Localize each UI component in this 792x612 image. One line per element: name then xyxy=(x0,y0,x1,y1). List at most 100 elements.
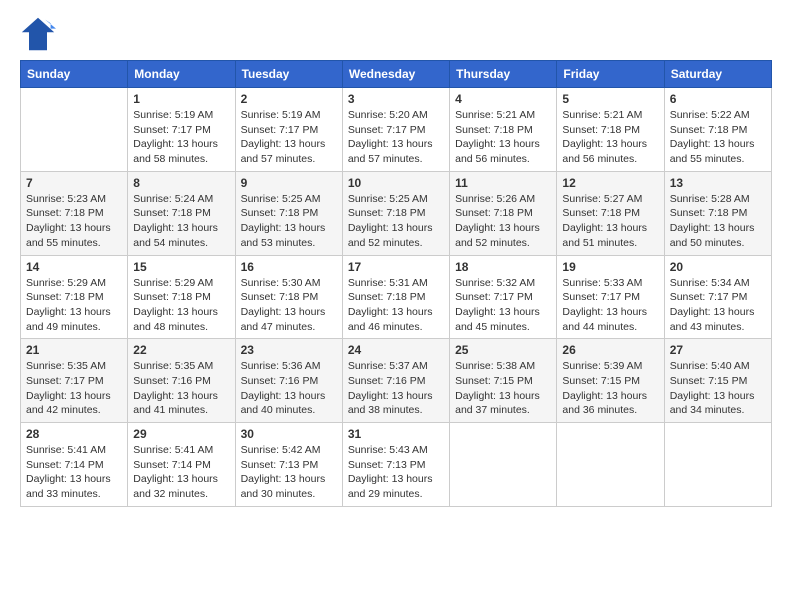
day-number: 20 xyxy=(670,260,766,274)
day-number: 22 xyxy=(133,343,229,357)
day-number: 1 xyxy=(133,92,229,106)
calendar-cell: 19Sunrise: 5:33 AM Sunset: 7:17 PM Dayli… xyxy=(557,255,664,339)
day-number: 31 xyxy=(348,427,444,441)
day-info: Sunrise: 5:25 AM Sunset: 7:18 PM Dayligh… xyxy=(241,192,337,251)
calendar-cell: 4Sunrise: 5:21 AM Sunset: 7:18 PM Daylig… xyxy=(450,88,557,172)
day-number: 13 xyxy=(670,176,766,190)
day-number: 5 xyxy=(562,92,658,106)
day-number: 3 xyxy=(348,92,444,106)
day-number: 4 xyxy=(455,92,551,106)
calendar-cell: 1 Sunrise: 5:19 AM Sunset: 7:17 PM Daylig… xyxy=(128,88,235,172)
calendar-cell: 7 Sunrise: 5:23 AM Sunset: 7:18 PM Daylig… xyxy=(21,171,128,255)
day-number: 7 xyxy=(26,176,122,190)
calendar-cell: 14 Sunrise: 5:29 AM Sunset: 7:18 PM Dayli… xyxy=(21,255,128,339)
calendar-cell: 26Sunrise: 5:39 AM Sunset: 7:15 PM Dayli… xyxy=(557,339,664,423)
day-info: Sunrise: 5:30 AM Sunset: 7:18 PM Dayligh… xyxy=(241,276,337,335)
day-info: Sunrise: 5:29 AM Sunset: 7:18 PM Dayligh… xyxy=(26,276,122,335)
day-number: 28 xyxy=(26,427,122,441)
week-row-2: 7 Sunrise: 5:23 AM Sunset: 7:18 PM Daylig… xyxy=(21,171,772,255)
day-info: Sunrise: 5:36 AM Sunset: 7:16 PM Dayligh… xyxy=(241,359,337,418)
day-info: Sunrise: 5:21 AM Sunset: 7:18 PM Dayligh… xyxy=(562,108,658,167)
calendar-cell: 5 Sunrise: 5:21 AM Sunset: 7:18 PM Daylig… xyxy=(557,88,664,172)
day-info: Sunrise: 5:24 AM Sunset: 7:18 PM Dayligh… xyxy=(133,192,229,251)
calendar-cell: 17Sunrise: 5:31 AM Sunset: 7:18 PM Dayli… xyxy=(342,255,449,339)
calendar-cell: 20 Sunrise: 5:34 AM Sunset: 7:17 PM Dayli… xyxy=(664,255,771,339)
calendar-cell: 13 Sunrise: 5:28 AM Sunset: 7:18 PM Dayli… xyxy=(664,171,771,255)
calendar-cell: 24 Sunrise: 5:37 AM Sunset: 7:16 PM Dayli… xyxy=(342,339,449,423)
day-info: Sunrise: 5:19 AM Sunset: 7:17 PM Dayligh… xyxy=(133,108,229,167)
weekday-header-sunday: Sunday xyxy=(21,61,128,88)
day-info: Sunrise: 5:38 AM Sunset: 7:15 PM Dayligh… xyxy=(455,359,551,418)
calendar-cell: 11 Sunrise: 5:26 AM Sunset: 7:18 PM Dayli… xyxy=(450,171,557,255)
day-number: 11 xyxy=(455,176,551,190)
calendar-cell: 28 Sunrise: 5:41 AM Sunset: 7:14 PM Dayli… xyxy=(21,423,128,507)
day-info: Sunrise: 5:37 AM Sunset: 7:16 PM Dayligh… xyxy=(348,359,444,418)
day-number: 24 xyxy=(348,343,444,357)
day-info: Sunrise: 5:41 AM Sunset: 7:14 PM Dayligh… xyxy=(26,443,122,502)
calendar-cell: 3 Sunrise: 5:20 AM Sunset: 7:17 PM Daylig… xyxy=(342,88,449,172)
calendar-table: SundayMondayTuesdayWednesdayThursdayFrid… xyxy=(20,60,772,507)
calendar-cell: 31 Sunrise: 5:43 AM Sunset: 7:13 PM Dayli… xyxy=(342,423,449,507)
calendar-cell: 29Sunrise: 5:41 AM Sunset: 7:14 PM Dayli… xyxy=(128,423,235,507)
weekday-header-row: SundayMondayTuesdayWednesdayThursdayFrid… xyxy=(21,61,772,88)
day-number: 25 xyxy=(455,343,551,357)
calendar-cell: 25 Sunrise: 5:38 AM Sunset: 7:15 PM Dayli… xyxy=(450,339,557,423)
day-number: 19 xyxy=(562,260,658,274)
day-info: Sunrise: 5:26 AM Sunset: 7:18 PM Dayligh… xyxy=(455,192,551,251)
day-info: Sunrise: 5:34 AM Sunset: 7:17 PM Dayligh… xyxy=(670,276,766,335)
calendar-cell: 6 Sunrise: 5:22 AM Sunset: 7:18 PM Daylig… xyxy=(664,88,771,172)
day-info: Sunrise: 5:22 AM Sunset: 7:18 PM Dayligh… xyxy=(670,108,766,167)
calendar-cell: 30 Sunrise: 5:42 AM Sunset: 7:13 PM Dayli… xyxy=(235,423,342,507)
week-row-1: 1 Sunrise: 5:19 AM Sunset: 7:17 PM Daylig… xyxy=(21,88,772,172)
day-info: Sunrise: 5:23 AM Sunset: 7:18 PM Dayligh… xyxy=(26,192,122,251)
day-number: 12 xyxy=(562,176,658,190)
calendar-cell: 10 Sunrise: 5:25 AM Sunset: 7:18 PM Dayli… xyxy=(342,171,449,255)
calendar-cell: 15Sunrise: 5:29 AM Sunset: 7:18 PM Dayli… xyxy=(128,255,235,339)
day-info: Sunrise: 5:42 AM Sunset: 7:13 PM Dayligh… xyxy=(241,443,337,502)
day-number: 10 xyxy=(348,176,444,190)
day-info: Sunrise: 5:35 AM Sunset: 7:17 PM Dayligh… xyxy=(26,359,122,418)
calendar-cell xyxy=(21,88,128,172)
calendar-cell: 21 Sunrise: 5:35 AM Sunset: 7:17 PM Dayli… xyxy=(21,339,128,423)
logo-icon xyxy=(20,16,56,52)
weekday-header-friday: Friday xyxy=(557,61,664,88)
day-number: 8 xyxy=(133,176,229,190)
weekday-header-thursday: Thursday xyxy=(450,61,557,88)
header xyxy=(20,16,772,52)
day-number: 6 xyxy=(670,92,766,106)
calendar-cell: 27 Sunrise: 5:40 AM Sunset: 7:15 PM Dayli… xyxy=(664,339,771,423)
day-info: Sunrise: 5:28 AM Sunset: 7:18 PM Dayligh… xyxy=(670,192,766,251)
day-number: 27 xyxy=(670,343,766,357)
calendar-cell xyxy=(664,423,771,507)
day-number: 15 xyxy=(133,260,229,274)
week-row-3: 14 Sunrise: 5:29 AM Sunset: 7:18 PM Dayli… xyxy=(21,255,772,339)
day-info: Sunrise: 5:43 AM Sunset: 7:13 PM Dayligh… xyxy=(348,443,444,502)
calendar-cell xyxy=(450,423,557,507)
day-number: 26 xyxy=(562,343,658,357)
calendar-cell xyxy=(557,423,664,507)
calendar-cell: 12Sunrise: 5:27 AM Sunset: 7:18 PM Dayli… xyxy=(557,171,664,255)
day-info: Sunrise: 5:40 AM Sunset: 7:15 PM Dayligh… xyxy=(670,359,766,418)
weekday-header-saturday: Saturday xyxy=(664,61,771,88)
day-info: Sunrise: 5:31 AM Sunset: 7:18 PM Dayligh… xyxy=(348,276,444,335)
day-info: Sunrise: 5:41 AM Sunset: 7:14 PM Dayligh… xyxy=(133,443,229,502)
day-info: Sunrise: 5:35 AM Sunset: 7:16 PM Dayligh… xyxy=(133,359,229,418)
week-row-4: 21 Sunrise: 5:35 AM Sunset: 7:17 PM Dayli… xyxy=(21,339,772,423)
day-info: Sunrise: 5:25 AM Sunset: 7:18 PM Dayligh… xyxy=(348,192,444,251)
calendar-cell: 16 Sunrise: 5:30 AM Sunset: 7:18 PM Dayli… xyxy=(235,255,342,339)
calendar-cell: 23 Sunrise: 5:36 AM Sunset: 7:16 PM Dayli… xyxy=(235,339,342,423)
day-number: 2 xyxy=(241,92,337,106)
calendar-cell: 8 Sunrise: 5:24 AM Sunset: 7:18 PM Daylig… xyxy=(128,171,235,255)
day-number: 9 xyxy=(241,176,337,190)
week-row-5: 28 Sunrise: 5:41 AM Sunset: 7:14 PM Dayli… xyxy=(21,423,772,507)
day-info: Sunrise: 5:32 AM Sunset: 7:17 PM Dayligh… xyxy=(455,276,551,335)
day-number: 23 xyxy=(241,343,337,357)
day-info: Sunrise: 5:19 AM Sunset: 7:17 PM Dayligh… xyxy=(241,108,337,167)
day-number: 30 xyxy=(241,427,337,441)
day-number: 16 xyxy=(241,260,337,274)
weekday-header-monday: Monday xyxy=(128,61,235,88)
day-number: 21 xyxy=(26,343,122,357)
day-info: Sunrise: 5:20 AM Sunset: 7:17 PM Dayligh… xyxy=(348,108,444,167)
calendar-cell: 9 Sunrise: 5:25 AM Sunset: 7:18 PM Daylig… xyxy=(235,171,342,255)
day-number: 14 xyxy=(26,260,122,274)
